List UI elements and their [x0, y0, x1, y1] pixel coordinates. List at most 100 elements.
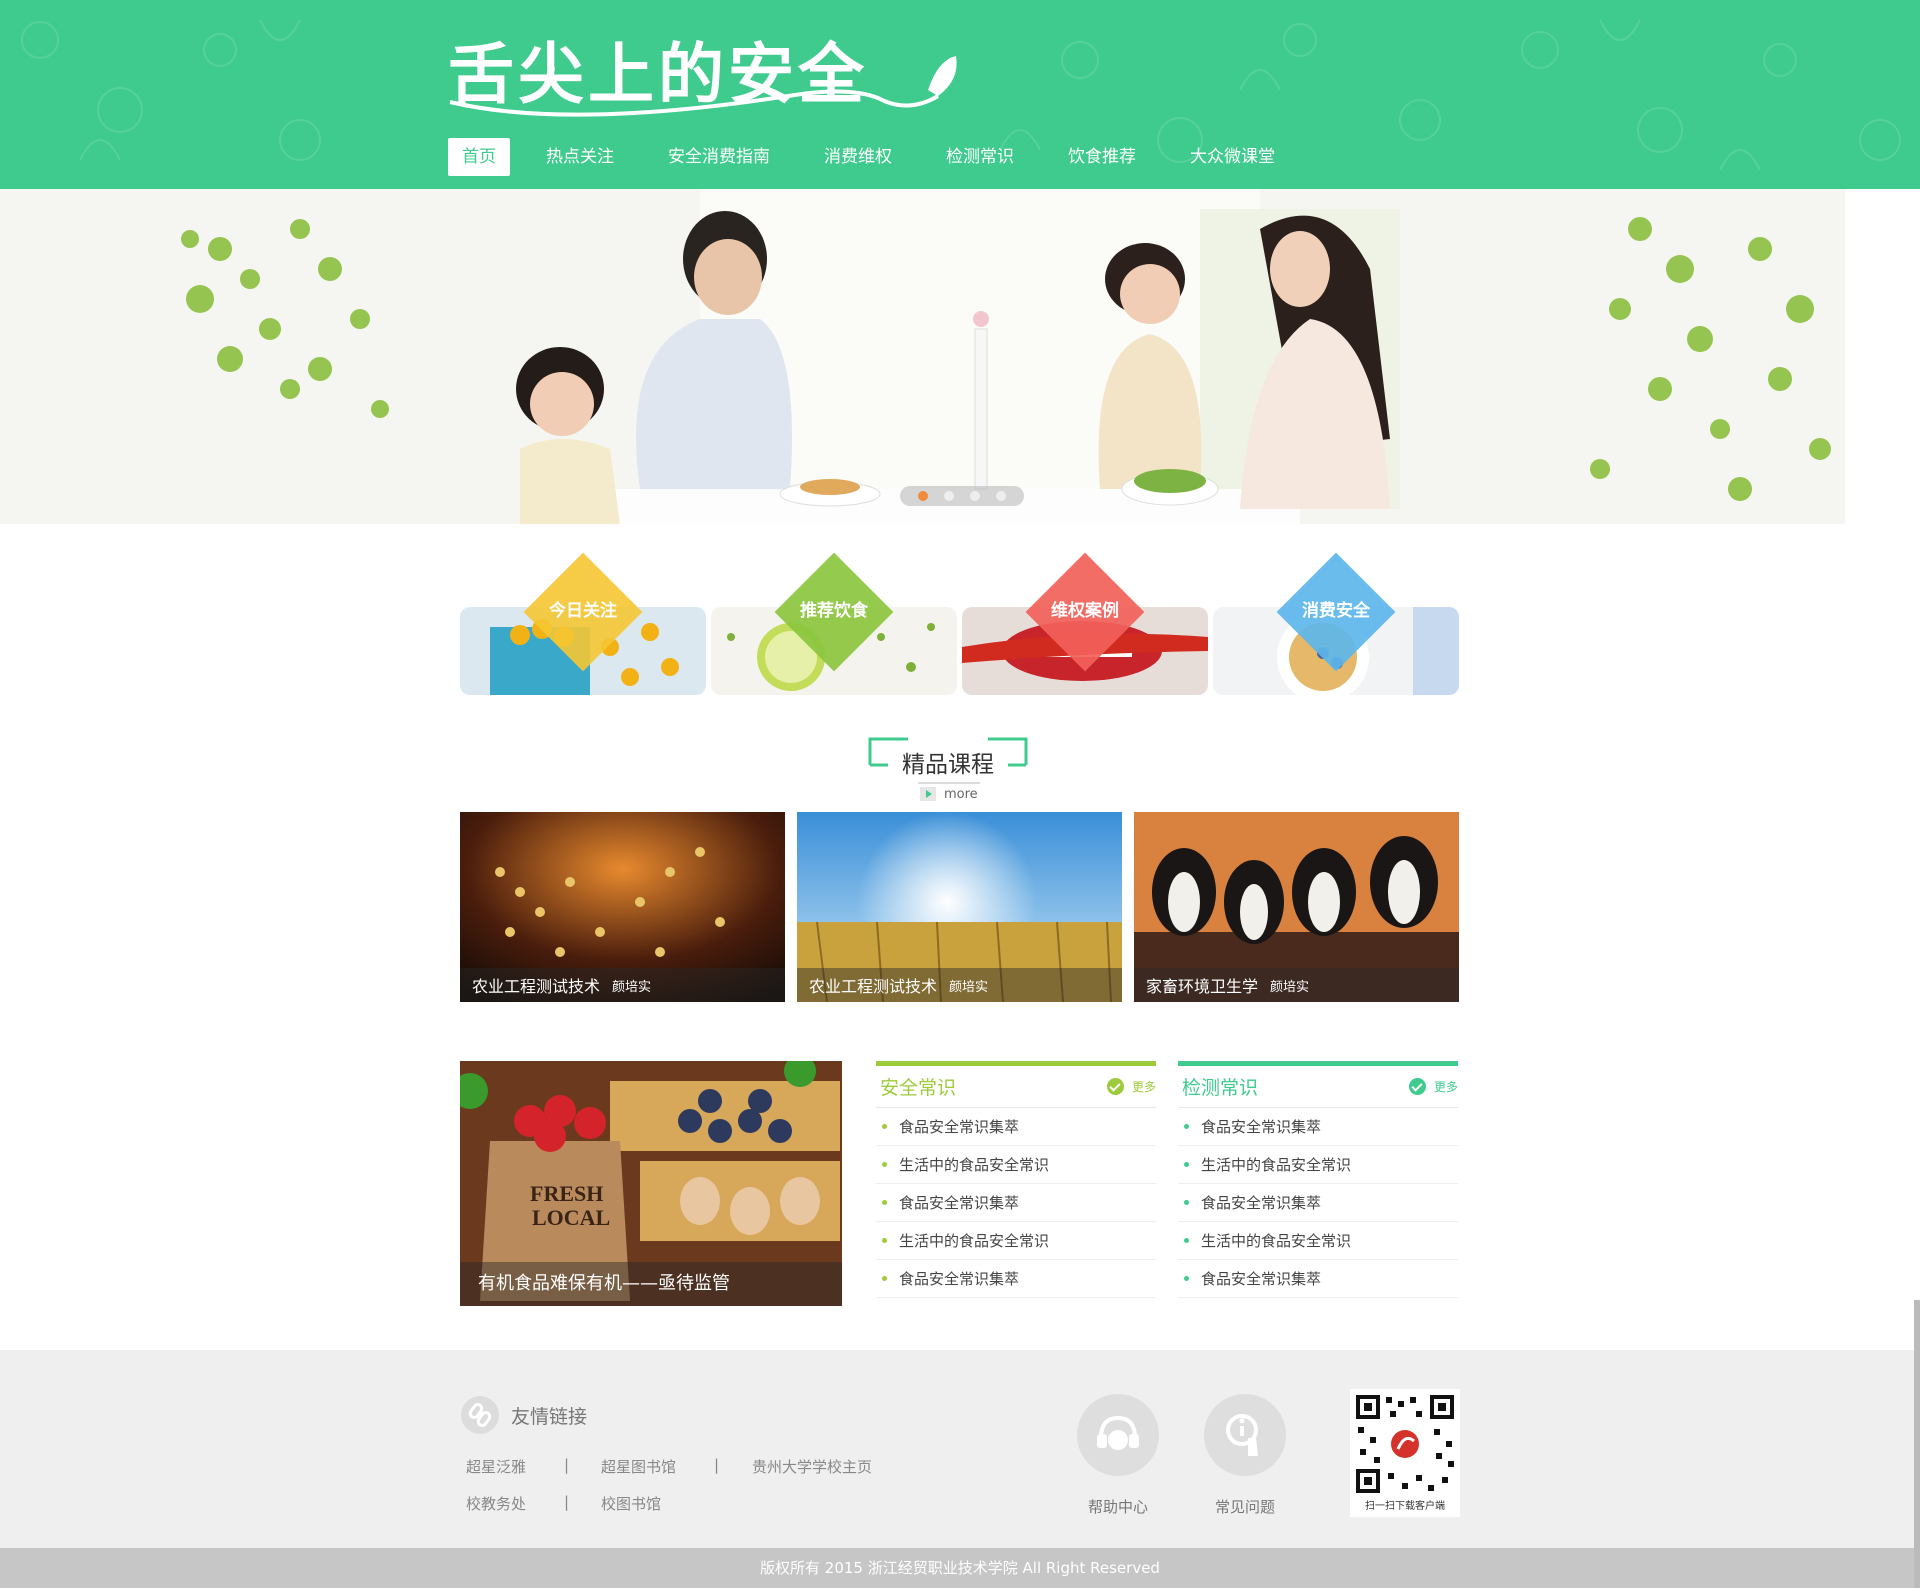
article-item[interactable]: 生活中的食品安全常识: [876, 1146, 1156, 1184]
play-arrow-icon: [920, 787, 936, 801]
featured-article[interactable]: FRESH LOCAL 有机食品难保有机——亟待监管: [460, 1061, 842, 1306]
headset-icon: [1077, 1394, 1159, 1476]
nav-item-home[interactable]: 首页: [448, 138, 510, 176]
link-chaoxing-library[interactable]: 超星图书馆: [601, 1456, 676, 1477]
help-center-label: 帮助中心: [1087, 1498, 1148, 1516]
article-item[interactable]: 食品安全常识集萃: [876, 1108, 1156, 1146]
article-title: 食品安全常识集萃: [899, 1269, 1020, 1288]
safety-knowledge-panel: 安全常识 更多 食品安全常识集萃 生活中的食品安全常识 食品安全常识集萃 生活中…: [876, 1061, 1156, 1298]
article-item[interactable]: 生活中的食品安全常识: [1178, 1146, 1458, 1184]
course-card-1[interactable]: 农业工程测试技术 颜培实: [460, 812, 785, 1002]
courses-more-link[interactable]: more: [920, 784, 978, 804]
article-title: 生活中的食品安全常识: [899, 1231, 1050, 1250]
article-list: 食品安全常识集萃 生活中的食品安全常识 食品安全常识集萃 生活中的食品安全常识 …: [876, 1108, 1156, 1298]
link-guizhou-university[interactable]: 贵州大学学校主页: [752, 1456, 872, 1477]
svg-text:LOCAL: LOCAL: [532, 1205, 610, 1230]
page-scrollbar[interactable]: [1914, 1300, 1920, 1588]
bullet-dot: [882, 1162, 887, 1167]
friend-links-header: 友情链接: [461, 1396, 587, 1434]
article-item[interactable]: 生活中的食品安全常识: [1178, 1222, 1458, 1260]
family-dining-photo: [0, 189, 1920, 524]
course-teacher: 颜培实: [612, 979, 652, 995]
banner-dot-4[interactable]: [996, 491, 1006, 501]
courses-title: 精品课程: [902, 752, 994, 778]
article-title: 食品安全常识集萃: [899, 1117, 1020, 1136]
check-circle-icon: [1408, 1078, 1426, 1095]
article-title: 生活中的食品安全常识: [1201, 1231, 1352, 1250]
hero-banner[interactable]: [0, 189, 1920, 524]
logo-swoosh-leaf: [449, 56, 957, 117]
panel-more-link[interactable]: 更多: [1408, 1078, 1458, 1095]
banner-dot-2[interactable]: [944, 491, 954, 501]
link-separator: |: [564, 1493, 570, 1511]
article-list: 食品安全常识集萃 生活中的食品安全常识 食品安全常识集萃 生活中的食品安全常识 …: [1178, 1108, 1458, 1298]
qr-code-image: [1354, 1393, 1456, 1495]
category-recommended-diet[interactable]: 推荐饮食: [711, 550, 957, 695]
panel-more-link[interactable]: 更多: [1106, 1078, 1156, 1095]
friend-links-title: 友情链接: [511, 1405, 588, 1428]
nav-item-hot-topics[interactable]: 热点关注: [532, 138, 628, 176]
link-academic-affairs[interactable]: 校教务处: [466, 1493, 526, 1514]
course-teacher: 颜培实: [1270, 979, 1310, 995]
info-touch-icon: [1204, 1394, 1286, 1476]
category-rights-cases[interactable]: 维权案例: [962, 550, 1208, 695]
panel-title: 安全常识: [880, 1077, 957, 1099]
nav-item-micro-class[interactable]: 大众微课堂: [1176, 138, 1289, 176]
bullet-dot: [1184, 1238, 1189, 1243]
svg-text:FRESH: FRESH: [530, 1181, 603, 1206]
banner-pagination: [900, 486, 1024, 506]
course-name: 农业工程测试技术: [809, 977, 938, 996]
course-card-3[interactable]: 家畜环境卫生学 颜培实: [1134, 812, 1459, 1002]
more-label: 更多: [1131, 1080, 1156, 1094]
bullet-dot: [1184, 1276, 1189, 1281]
link-chaoxing-fanya[interactable]: 超星泛雅: [466, 1456, 526, 1477]
site-footer: [0, 1350, 1920, 1548]
course-caption: 农业工程测试技术 颜培实: [797, 968, 1122, 1002]
category-today-focus[interactable]: 今日关注: [460, 550, 706, 695]
bullet-dot: [882, 1200, 887, 1205]
article-title: 食品安全常识集萃: [1201, 1117, 1322, 1136]
course-teacher: 颜培实: [949, 979, 989, 995]
faq-label: 常见问题: [1214, 1498, 1275, 1516]
qr-caption: 扫一扫下载客户端: [1365, 1501, 1445, 1512]
course-caption: 家畜环境卫生学 颜培实: [1134, 968, 1459, 1002]
article-title: 食品安全常识集萃: [1201, 1269, 1322, 1288]
banner-dot-1[interactable]: [918, 491, 928, 501]
more-label: 更多: [1433, 1080, 1458, 1094]
help-center-button[interactable]: 帮助中心: [1077, 1394, 1159, 1517]
site-header: 舌尖上的安全 首页 热点关注 安全消费指南 消费维权 检测常识 饮食推荐 大众微…: [0, 0, 1920, 189]
panel-header: 安全常识 更多: [876, 1066, 1156, 1108]
panel-header: 检测常识 更多: [1178, 1066, 1458, 1108]
site-logo[interactable]: 舌尖上的安全: [448, 30, 968, 120]
article-item[interactable]: 食品安全常识集萃: [876, 1184, 1156, 1222]
bullet-dot: [882, 1124, 887, 1129]
course-card-2[interactable]: 农业工程测试技术 颜培实: [797, 812, 1122, 1002]
more-label: more: [944, 786, 978, 802]
category-label: 推荐饮食: [800, 601, 868, 621]
article-item[interactable]: 食品安全常识集萃: [1178, 1108, 1458, 1146]
section-title-courses: 精品课程: [868, 737, 1028, 785]
article-title: 生活中的食品安全常识: [1201, 1155, 1352, 1174]
link-school-library[interactable]: 校图书馆: [601, 1493, 661, 1514]
article-item[interactable]: 食品安全常识集萃: [876, 1260, 1156, 1298]
copyright-bar: 版权所有 2015 浙江经贸职业技术学院 All Right Reserved: [0, 1548, 1920, 1588]
banner-dot-3[interactable]: [970, 491, 980, 501]
nav-item-consumer-guide[interactable]: 安全消费指南: [654, 138, 784, 176]
nav-item-testing-knowledge[interactable]: 检测常识: [932, 138, 1028, 176]
faq-button[interactable]: 常见问题: [1204, 1394, 1286, 1517]
category-label: 今日关注: [549, 601, 617, 621]
article-title: 食品安全常识集萃: [899, 1193, 1020, 1212]
article-item[interactable]: 食品安全常识集萃: [1178, 1184, 1458, 1222]
bullet-dot: [882, 1276, 887, 1281]
bullet-dot: [1184, 1200, 1189, 1205]
article-title: 生活中的食品安全常识: [899, 1155, 1050, 1174]
main-nav: 首页 热点关注 安全消费指南 消费维权 检测常识 饮食推荐 大众微课堂: [448, 138, 1315, 176]
check-circle-icon: [1106, 1078, 1124, 1095]
article-item[interactable]: 食品安全常识集萃: [1178, 1260, 1458, 1298]
nav-item-diet-recommend[interactable]: 饮食推荐: [1054, 138, 1150, 176]
article-item[interactable]: 生活中的食品安全常识: [876, 1222, 1156, 1260]
qr-code[interactable]: 扫一扫下载客户端: [1350, 1389, 1460, 1517]
category-label: 维权案例: [1051, 601, 1119, 621]
nav-item-consumer-rights[interactable]: 消费维权: [810, 138, 906, 176]
category-consumer-safety[interactable]: 消费安全: [1213, 550, 1459, 695]
